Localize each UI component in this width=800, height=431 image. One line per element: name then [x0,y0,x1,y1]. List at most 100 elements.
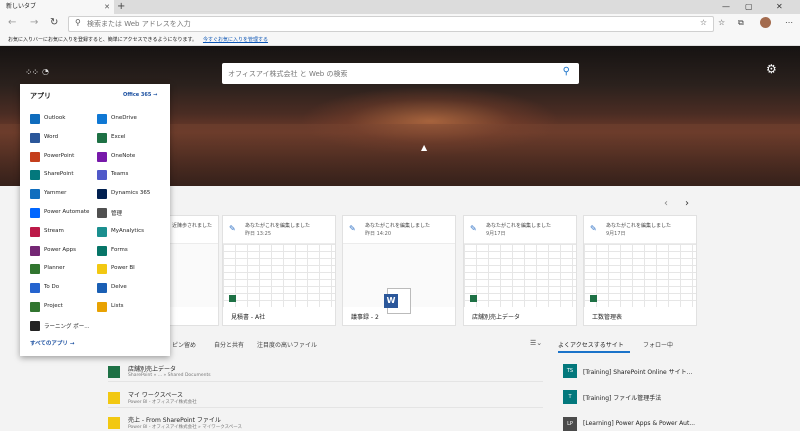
back-icon[interactable]: ← [8,17,16,28]
app-tile[interactable]: Power BI [97,264,159,276]
new-tab-button[interactable]: + [117,0,125,14]
tab-title: 新しいタブ [6,3,37,10]
search-icon[interactable]: ⚲ [563,66,570,77]
tab-following[interactable]: フォロー中 [643,340,673,349]
search-input[interactable] [228,67,548,80]
file-path: Power BI - オフィスアイ株式会社 [128,400,197,405]
onedrive-icon [97,114,107,124]
maximize-icon[interactable]: ▢ [745,0,753,14]
lists-icon [97,302,107,312]
card-title: 工数管理表 [592,314,623,321]
gear-icon[interactable]: ⚙ [766,62,777,76]
app-tile[interactable]: Lists [97,302,159,314]
app-tile[interactable]: PowerPoint [30,151,92,164]
excel-icon [229,295,236,302]
app-tile[interactable]: Stream [30,226,92,239]
app-launcher-panel: アプリ Office 365 → Outlook OneDrive Word Exce… [20,84,170,356]
close-window-icon[interactable]: ✕ [776,0,783,14]
recent-card[interactable]: ✎ あなたがこれを編集しました 昨日 13:25 見積書 - A社 [222,215,336,326]
card-header: ✎ あなたがこれを編集しました 9月17日 [584,216,696,244]
forward-icon[interactable]: → [30,17,38,28]
filter-icon[interactable]: ☰⌄ [530,339,542,347]
file-name: 店舗別売上データ [128,366,177,373]
app-tile[interactable]: OneDrive [97,114,159,126]
app-label: To Do [44,284,60,291]
app-tile[interactable]: MyAnalytics [97,226,159,239]
app-label: Teams [111,171,129,178]
card-thumbnail: W [343,244,455,314]
excel-icon [470,295,477,302]
app-tile[interactable]: ラーニング ポー... [30,320,92,333]
all-apps-link[interactable]: すべてのアプリ → [30,339,74,347]
carousel-next-icon[interactable]: › [685,198,689,209]
more-icon[interactable]: ⋯ [785,18,793,27]
card-thumbnail [464,244,576,307]
app-tile[interactable]: SharePoint [30,170,92,182]
browser-toolbar: ← → ↻ ⚲ ☆ ☆ ⧉ ⋯ [0,14,800,34]
app-tile[interactable]: To Do [30,283,92,295]
app-tile[interactable]: Teams [97,170,159,182]
app-tile[interactable]: Excel [97,132,159,145]
site-item[interactable]: T [Training] ファイル管理手法 [563,390,713,410]
office365-link[interactable]: Office 365 → [123,92,157,98]
card-header: ✎ あなたがこれを編集しました 昨日 13:25 [223,216,335,244]
file-row[interactable]: 店舗別売上データ SharePoint » ... » Shared Docum… [108,362,543,382]
tab-underline [558,351,630,353]
site-item[interactable]: LP [Learning] Power Apps & Power Aut... [563,417,713,431]
web-search-box[interactable]: ⚲ [222,63,579,84]
pencil-icon: ✎ [470,224,477,233]
tab-shared-with-me[interactable]: 自分と共有 [214,340,244,349]
manage-favorites-link[interactable]: 今すぐお気に入りを管理する [203,37,268,43]
app-label: Delve [111,284,127,291]
card-header: ✎ あなたがこれを編集しました 昨日 14:20 [343,216,455,244]
delve-icon [97,283,107,294]
app-label: Lists [111,303,124,309]
file-name: マイ ワークスペース [128,392,184,399]
excel-icon [590,295,597,302]
app-tile[interactable]: Power Automate [30,208,92,220]
card-time: 昨日 14:20 [365,231,391,237]
app-tile[interactable]: Word [30,132,92,145]
browser-tab-bar: 新しいタブ ✕ + — ▢ ✕ [0,0,800,14]
browser-tab[interactable]: 新しいタブ ✕ [0,0,114,14]
app-label: Power Automate [44,209,90,215]
file-row[interactable]: マイ ワークスペース Power BI - オフィスアイ株式会社 [108,388,543,408]
onenote-icon [97,151,107,162]
address-input[interactable] [87,18,687,30]
app-tile[interactable]: OneNote [97,151,159,164]
tab-frequent-sites[interactable]: よくアクセスするサイト [558,340,624,349]
app-tile[interactable]: Delve [97,283,159,295]
site-item[interactable]: TS [Training] SharePoint Online サイト... [563,364,713,384]
avatar[interactable] [760,17,771,28]
recent-card[interactable]: ✎ あなたがこれを編集しました 昨日 14:20 W 議事録 - 2 [342,215,456,326]
app-tile[interactable]: Planner [30,264,92,276]
app-tile[interactable]: Yammer [30,189,92,201]
refresh-icon[interactable]: ↻ [50,17,58,28]
favorite-star-icon[interactable]: ☆ [700,18,707,27]
app-label: Power BI [111,265,135,272]
tab-pinned[interactable]: ピン留め [172,340,196,349]
card-activity: 近陳歩されました [172,223,213,229]
app-tile[interactable]: Forms [97,245,159,258]
recent-card[interactable]: ✎ あなたがこれを編集しました 9月17日 工数管理表 [583,215,697,326]
app-tile[interactable]: Dynamics 365 [97,189,159,201]
favorites-bar-text: お気に入りバーにお気に入りを登録すると、簡単にアクセスできるようになります。 [8,37,197,43]
app-launcher-icon[interactable]: ⁘⁘ [25,68,39,78]
app-tile[interactable]: Project [30,302,92,314]
app-tile[interactable]: Outlook [30,114,92,126]
recent-card[interactable]: ✎ あなたがこれを編集しました 9月17日 店舗別売上データ [463,215,577,326]
close-icon[interactable]: ✕ [104,0,110,14]
app-tile[interactable]: 管理 [97,208,159,220]
favorites-bar: お気に入りバーにお気に入りを登録すると、簡単にアクセスできるようになります。 今す… [0,34,800,46]
carousel-prev-icon[interactable]: ‹ [664,198,668,209]
address-bar[interactable]: ⚲ ☆ [68,16,714,32]
collections-icon[interactable]: ⧉ [738,18,744,28]
pencil-icon: ✎ [349,224,356,233]
notification-icon[interactable]: ◔ [42,67,49,76]
app-tile[interactable]: Power Apps [30,245,92,258]
minimize-icon[interactable]: — [722,0,730,14]
file-row[interactable]: 売上 - From SharePoint ファイル Power BI - オフィ… [108,413,543,431]
card-activity: あなたがこれを編集しました [486,223,552,229]
tab-trending[interactable]: 注目度の高いファイル [257,340,317,349]
favorites-icon[interactable]: ☆ [718,18,725,27]
